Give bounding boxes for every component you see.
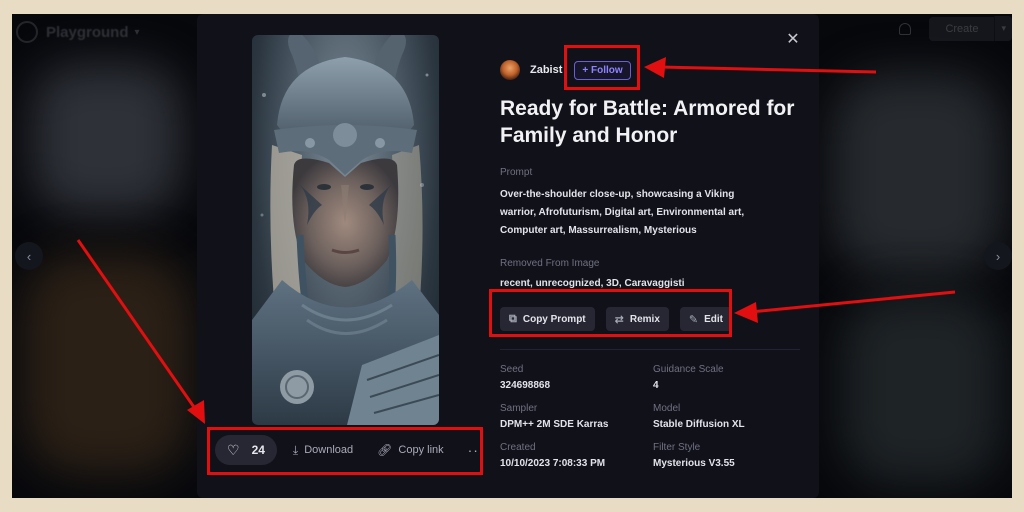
generation-metadata: Seed 324698868 Guidance Scale 4 Sampler … bbox=[500, 364, 800, 469]
create-button: Create bbox=[929, 16, 995, 41]
meta-label: Filter Style bbox=[653, 442, 701, 453]
image-title: Ready for Battle: Armored for Family and… bbox=[500, 97, 795, 147]
generated-image[interactable] bbox=[252, 35, 439, 425]
meta-item-seed: Seed 324698868 bbox=[500, 364, 653, 391]
removed-label: Removed From Image bbox=[500, 258, 600, 269]
remix-button[interactable]: ⇄ Remix bbox=[605, 307, 669, 331]
more-icon: ··· bbox=[467, 442, 485, 458]
prompt-label: Prompt bbox=[500, 167, 533, 178]
next-image-button[interactable]: › bbox=[984, 242, 1012, 270]
remix-icon: ⇄ bbox=[614, 313, 624, 326]
like-button[interactable]: ♡ 24 bbox=[215, 435, 277, 465]
remix-label: Remix bbox=[629, 313, 660, 325]
chevron-left-icon: ‹ bbox=[26, 248, 32, 264]
meta-label: Seed bbox=[500, 364, 524, 375]
meta-value: 10/10/2023 7:08:33 PM bbox=[500, 458, 606, 469]
meta-value: Mysterious V3.55 bbox=[653, 458, 735, 469]
logo-icon bbox=[16, 21, 38, 43]
app-frame: Playground ▾ Create ▾ ‹ › ✕ ♡ 24 ⤓ Downl… bbox=[12, 14, 1012, 498]
meta-value: DPM++ 2M SDE Karras bbox=[500, 419, 609, 430]
bell-icon bbox=[899, 22, 912, 35]
edit-icon: ✎ bbox=[688, 313, 699, 326]
more-options-button[interactable]: ··· bbox=[468, 442, 485, 458]
edit-label: Edit bbox=[704, 313, 723, 325]
meta-value: 324698868 bbox=[500, 380, 551, 391]
meta-label: Guidance Scale bbox=[653, 364, 724, 375]
chevron-down-icon: ▾ bbox=[994, 16, 1012, 41]
meta-item-model: Model Stable Diffusion XL bbox=[653, 403, 803, 430]
prompt-text: Over-the-shoulder close-up, showcasing a… bbox=[500, 189, 745, 236]
heart-icon: ♡ bbox=[227, 441, 240, 458]
image-details-panel: Zabist + Follow Ready for Battle: Armore… bbox=[500, 58, 800, 469]
copy-link-button[interactable]: 🔗︎ Copy link bbox=[377, 443, 443, 457]
meta-item-guidance-scale: Guidance Scale 4 bbox=[653, 364, 803, 391]
background-header-right: Create ▾ bbox=[899, 16, 1012, 41]
background-thumbnail bbox=[832, 74, 1002, 274]
copy-prompt-button[interactable]: ⧉ Copy Prompt bbox=[500, 307, 595, 331]
close-button[interactable]: ✕ bbox=[785, 32, 801, 48]
chevron-down-icon: ▾ bbox=[134, 26, 140, 38]
meta-item-created: Created 10/10/2023 7:08:33 PM bbox=[500, 442, 653, 469]
meta-label: Created bbox=[500, 442, 536, 453]
avatar[interactable] bbox=[500, 60, 520, 80]
meta-value: 4 bbox=[653, 380, 659, 391]
app-title: Playground bbox=[46, 23, 129, 41]
author-name[interactable]: Zabist bbox=[530, 64, 562, 76]
meta-label: Model bbox=[653, 403, 681, 414]
copy-link-label: Copy link bbox=[398, 444, 444, 456]
download-icon: ⤓ bbox=[292, 442, 299, 457]
chevron-right-icon: › bbox=[995, 248, 1001, 264]
background-thumbnail bbox=[22, 254, 192, 474]
like-count: 24 bbox=[251, 443, 265, 457]
prompt-actions: ⧉ Copy Prompt ⇄ Remix ✎ Edit bbox=[500, 307, 800, 331]
divider bbox=[500, 349, 800, 350]
edit-button[interactable]: ✎ Edit bbox=[679, 307, 732, 331]
copy-prompt-label: Copy Prompt bbox=[522, 313, 586, 325]
removed-text: recent, unrecognized, 3D, Caravaggisti bbox=[500, 278, 685, 289]
download-button[interactable]: ⤓ Download bbox=[293, 443, 353, 458]
viking-warrior-image bbox=[252, 35, 439, 425]
previous-image-button[interactable]: ‹ bbox=[15, 242, 43, 270]
meta-label: Sampler bbox=[500, 403, 538, 414]
close-icon: ✕ bbox=[786, 31, 800, 48]
download-label: Download bbox=[304, 444, 354, 456]
image-action-bar: ♡ 24 ⤓ Download 🔗︎ Copy link ··· bbox=[215, 433, 485, 467]
meta-item-filter-style: Filter Style Mysterious V3.55 bbox=[653, 442, 803, 469]
background-thumbnail bbox=[842, 294, 1002, 484]
image-detail-modal: ✕ ♡ 24 ⤓ Download 🔗︎ Copy link ··· Zabis… bbox=[197, 14, 819, 498]
meta-value: Stable Diffusion XL bbox=[653, 419, 745, 430]
follow-button[interactable]: + Follow bbox=[574, 60, 631, 80]
background-thumbnail bbox=[32, 64, 182, 214]
meta-item-sampler: Sampler DPM++ 2M SDE Karras bbox=[500, 403, 653, 430]
link-icon: 🔗︎ bbox=[377, 443, 393, 457]
author-row: Zabist + Follow bbox=[500, 58, 800, 82]
copy-icon: ⧉ bbox=[509, 312, 517, 325]
